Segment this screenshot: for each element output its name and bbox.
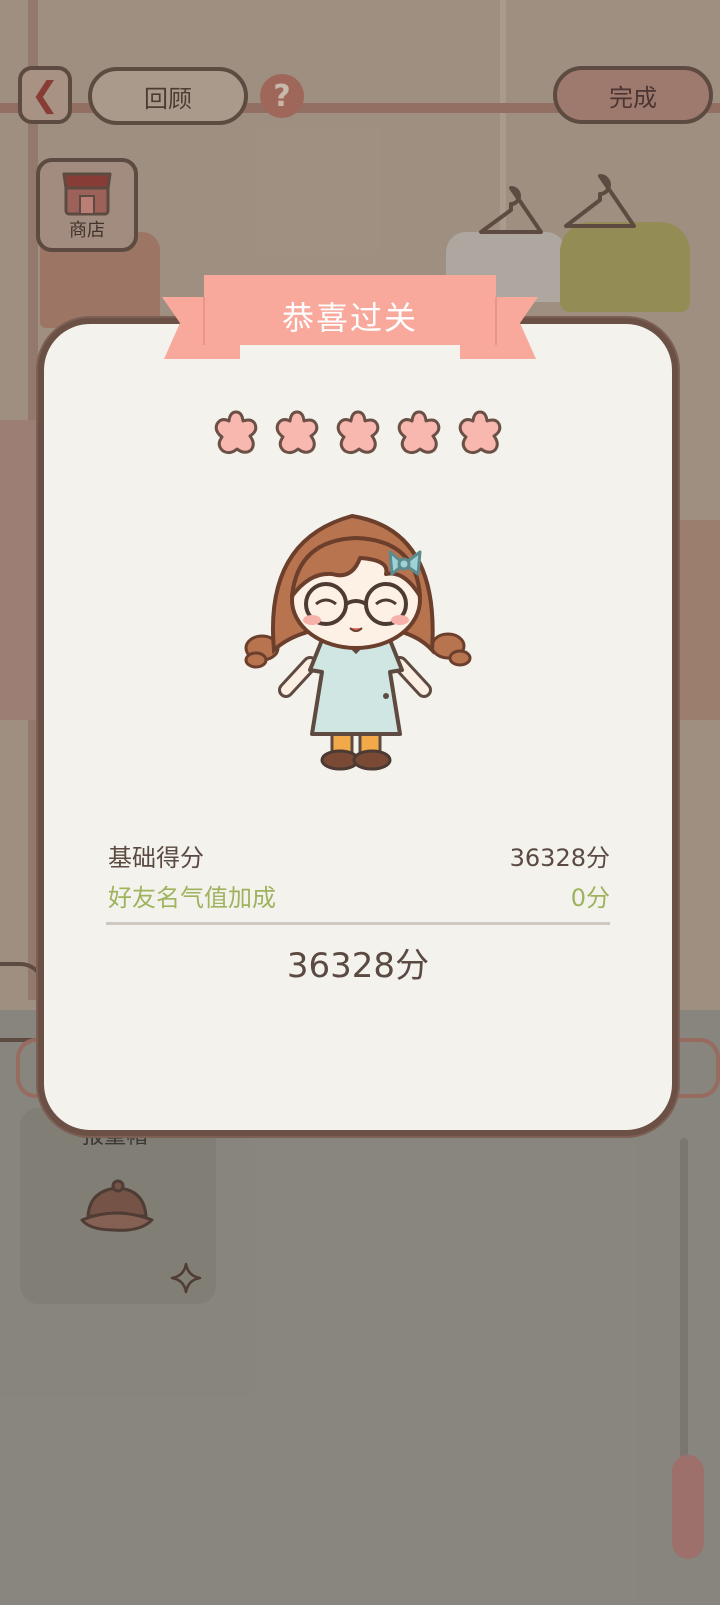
base-score-value: 36328分 — [509, 844, 610, 872]
total-score: 36328分 — [286, 946, 430, 986]
base-score-row: 基础得分 36328分 — [108, 838, 610, 873]
star-rating — [210, 408, 506, 460]
star-icon — [214, 410, 258, 455]
character-avatar — [244, 513, 472, 771]
friend-bonus-row: 好友名气值加成 0分 — [108, 878, 610, 913]
friend-bonus-label: 好友名气值加成 — [108, 884, 276, 912]
star-icon — [336, 410, 380, 455]
star-icon — [397, 410, 441, 455]
base-score-label: 基础得分 — [108, 844, 204, 872]
star-icon — [275, 410, 319, 455]
divider — [106, 922, 610, 925]
friend-bonus-value: 0分 — [570, 884, 610, 912]
star-icon — [458, 410, 502, 455]
dialog-title: 恭喜过关 — [281, 299, 418, 337]
